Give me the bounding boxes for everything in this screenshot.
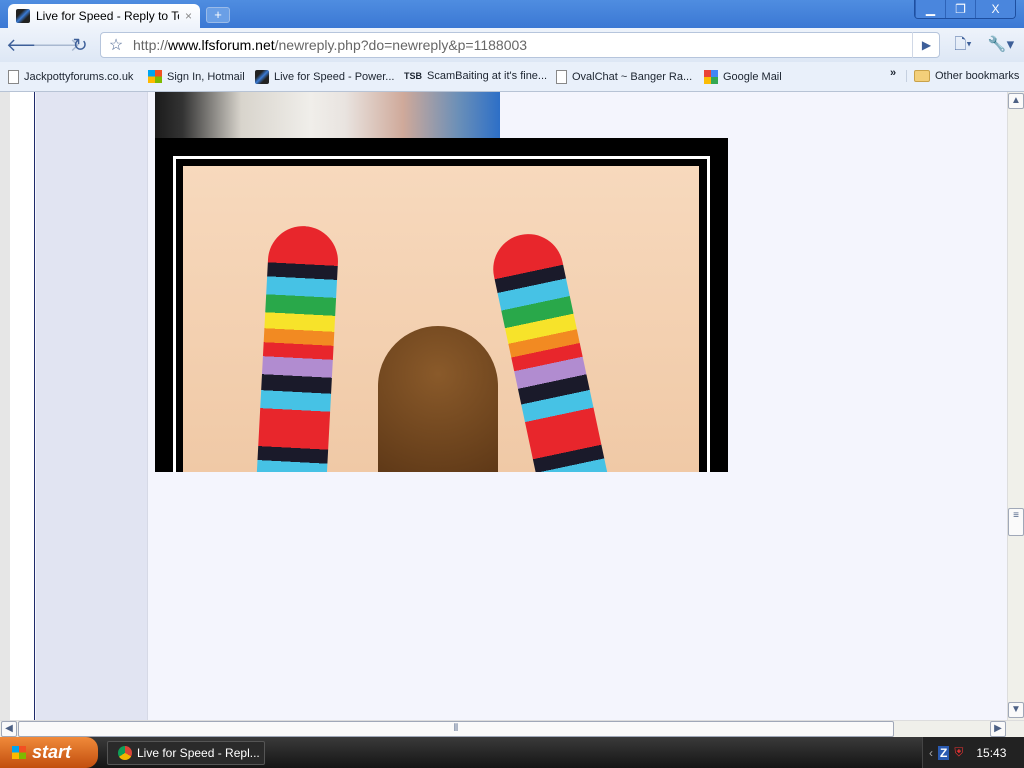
rainbow-sock-left	[256, 224, 340, 472]
bookmark-lfs[interactable]: Live for Speed - Power...	[255, 70, 394, 84]
go-button[interactable]: ▶	[912, 32, 940, 58]
taskbar-item-label: Live for Speed - Repl...	[137, 746, 260, 760]
url-prefix: http://	[133, 37, 169, 53]
clock[interactable]: 15:43	[976, 746, 1006, 760]
hair	[378, 326, 498, 472]
scroll-left-button[interactable]: ◀	[1, 721, 17, 737]
zonealarm-icon[interactable]: Z	[938, 745, 950, 760]
close-button[interactable]: X	[975, 0, 1015, 18]
minimize-button[interactable]: ▁	[915, 0, 945, 18]
bookmark-label: Google Mail	[723, 71, 782, 83]
address-bar[interactable]: ☆ http://www.lfsforum.net/newreply.php?d…	[100, 32, 940, 58]
folder-icon	[914, 70, 930, 82]
bookmark-hotmail[interactable]: Sign In, Hotmail	[148, 70, 245, 83]
page-icon	[556, 70, 567, 84]
bookmark-label: Live for Speed - Power...	[274, 71, 395, 83]
left-margin	[0, 92, 10, 720]
security-shield-icon[interactable]: ⛨	[954, 745, 963, 760]
horizontal-scroll-thumb[interactable]: ⦀	[18, 721, 894, 737]
bookmark-scambaiting[interactable]: TSB ScamBaiting at it's fine...	[404, 70, 547, 82]
bookmark-jackpotty[interactable]: Jackpottyforums.co.uk	[8, 70, 133, 84]
bookmarks-overflow-button[interactable]: »	[890, 67, 896, 79]
bookmark-star-icon[interactable]: ☆	[101, 35, 131, 55]
start-button[interactable]: start	[0, 737, 98, 768]
tab-title: Live for Speed - Reply to To...	[36, 9, 179, 23]
reload-button[interactable]: ↻	[66, 33, 94, 57]
system-tray: ‹ Z ⛨ 15:43	[922, 737, 1024, 768]
left-border	[10, 92, 35, 720]
chrome-icon	[118, 746, 132, 760]
restore-button[interactable]: ❐	[945, 0, 975, 18]
page-menu-icon[interactable]: 🗋▾	[948, 33, 978, 57]
tray-expand-icon[interactable]: ‹	[929, 746, 933, 760]
poster-photo	[183, 166, 699, 472]
windows-icon	[148, 70, 162, 83]
back-button[interactable]: 🡐	[6, 33, 54, 57]
wrench-menu-icon[interactable]: 🔧▾	[985, 33, 1017, 57]
post-sidebar-column	[36, 92, 148, 720]
other-bookmarks-button[interactable]: Other bookmarks	[906, 70, 1019, 82]
bookmark-label: OvalChat ~ Banger Ra...	[572, 71, 693, 83]
url-path: /newreply.php?do=newreply&p=1188003	[274, 37, 528, 53]
bookmarks-bar: Jackpottyforums.co.uk Sign In, Hotmail L…	[0, 62, 1024, 92]
bookmark-ovalchat[interactable]: OvalChat ~ Banger Ra...	[556, 70, 692, 84]
bookmark-google-mail[interactable]: Google Mail	[704, 70, 782, 84]
tab-close-icon[interactable]: ×	[185, 9, 192, 23]
embedded-image	[155, 92, 500, 138]
vertical-scroll-thumb[interactable]: ≡	[1008, 508, 1024, 536]
scroll-right-button[interactable]: ▶	[990, 721, 1006, 737]
url-text: http://www.lfsforum.net/newreply.php?do=…	[131, 37, 527, 53]
windows-logo-icon	[12, 746, 26, 759]
page-icon	[8, 70, 19, 84]
bookmark-label: Jackpottyforums.co.uk	[24, 71, 134, 83]
scroll-up-button[interactable]: ▲	[1008, 93, 1024, 109]
bookmark-label: Sign In, Hotmail	[167, 70, 245, 83]
tsb-icon: TSB	[404, 71, 422, 81]
bookmark-label: ScamBaiting at it's fine...	[427, 70, 548, 82]
lfs-icon	[255, 70, 269, 84]
gmail-icon	[704, 70, 718, 84]
taskbar-item-chrome[interactable]: Live for Speed - Repl...	[107, 741, 265, 765]
new-tab-button[interactable]: +	[206, 7, 230, 23]
forward-button[interactable]: 🡒	[32, 33, 80, 57]
horizontal-scrollbar[interactable]: ◀ ⦀ ▶	[0, 720, 1024, 737]
url-domain: www.lfsforum.net	[168, 37, 275, 53]
tab-live-for-speed[interactable]: Live for Speed - Reply to To... ×	[8, 4, 200, 28]
vertical-scrollbar[interactable]: ▲ ≡ ▼	[1007, 92, 1024, 720]
rainbow-sock-right	[486, 227, 610, 472]
scroll-down-button[interactable]: ▼	[1008, 702, 1024, 718]
window-controls: ▁ ❐ X	[914, 0, 1016, 19]
other-bookmarks-label: Other bookmarks	[935, 70, 1020, 82]
lfs-favicon-icon	[16, 9, 30, 23]
start-label: start	[32, 742, 72, 762]
